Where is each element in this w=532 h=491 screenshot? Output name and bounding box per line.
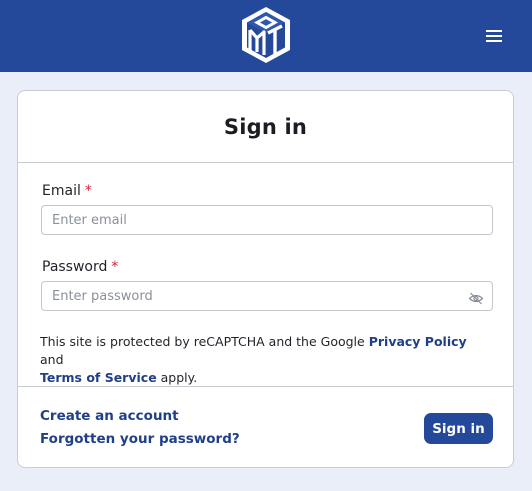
password-required-marker: * [111,259,119,275]
hamburger-menu-icon[interactable] [482,24,506,48]
recaptcha-notice-prefix: This site is protected by reCAPTCHA and … [40,334,369,349]
email-field[interactable] [41,205,493,235]
sign-in-card: Sign in Email* Password* This site is pr… [17,90,514,468]
email-required-marker: * [84,183,92,199]
recaptcha-notice: This site is protected by reCAPTCHA and … [40,333,492,387]
password-field[interactable] [41,281,493,311]
forgot-password-link[interactable]: Forgotten your password? [40,431,240,447]
page-title: Sign in [223,114,308,139]
top-navigation-bar [0,0,532,72]
eye-slash-icon[interactable] [467,291,485,305]
email-label-text: Email [42,183,81,199]
password-label: Password * [42,259,118,275]
privacy-policy-link[interactable]: Privacy Policy [369,334,467,349]
terms-of-service-link[interactable]: Terms of Service [40,370,157,385]
recaptcha-notice-middle: and [40,352,64,367]
password-label-text: Password [42,259,108,275]
card-footer: Create an account Forgotten your passwor… [18,386,513,467]
sign-in-button[interactable]: Sign in [424,413,493,444]
card-header: Sign in [18,91,513,163]
mtg-hexagon-logo-icon[interactable] [237,4,295,66]
email-label: Email * [42,183,92,199]
recaptcha-notice-suffix: apply. [156,370,198,385]
create-account-link[interactable]: Create an account [40,408,179,424]
